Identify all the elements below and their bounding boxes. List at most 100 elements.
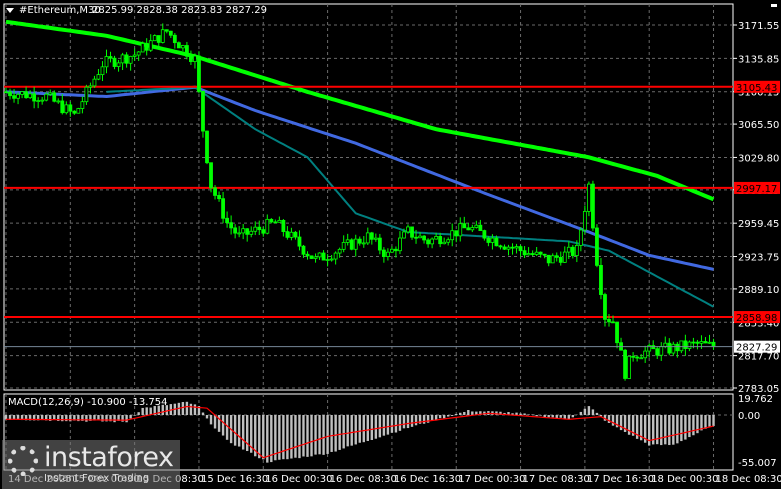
candle-body xyxy=(217,195,221,200)
candle-body xyxy=(470,227,475,231)
candle-body xyxy=(458,223,463,237)
candle-body xyxy=(100,66,105,76)
candle-body xyxy=(84,86,89,103)
candle-body xyxy=(554,255,559,258)
macd-tick-label: -55.007 xyxy=(738,458,777,469)
macd-histogram-bar xyxy=(113,415,116,423)
macd-histogram-bar xyxy=(342,415,345,449)
candle-body xyxy=(478,224,483,231)
macd-histogram-bar xyxy=(237,415,241,447)
ohlc-label: 2825.99 2828.38 2823.83 2827.29 xyxy=(92,5,267,16)
candle-body xyxy=(44,93,49,101)
candle-body xyxy=(168,30,173,36)
candle-body xyxy=(462,223,467,229)
macd-histogram-bar xyxy=(555,415,558,419)
macd-histogram-bar xyxy=(471,411,474,415)
candle-body xyxy=(357,238,362,244)
candle-body xyxy=(144,43,149,51)
candle-body xyxy=(434,236,439,240)
candle-body xyxy=(160,29,165,43)
candle-body xyxy=(16,94,20,99)
macd-histogram-bar xyxy=(314,415,317,455)
macd-histogram-bar xyxy=(708,415,711,427)
candle-body xyxy=(48,92,53,95)
price-tick-label: 2959.45 xyxy=(738,219,779,230)
candle-body xyxy=(60,100,65,114)
candle-body xyxy=(402,231,406,239)
ma-line-ma200 xyxy=(5,19,715,202)
time-tick-label: 17 Dec 08:30 xyxy=(523,474,590,485)
candle-body xyxy=(506,246,511,250)
macd-histogram-bar xyxy=(680,415,683,442)
candle-body xyxy=(514,246,519,249)
candle-body xyxy=(281,219,286,232)
macd-tick-label: 0.00 xyxy=(738,411,760,422)
macd-histogram-bar xyxy=(684,415,687,440)
candle-body xyxy=(353,238,358,250)
macd-histogram-bar xyxy=(221,415,225,436)
macd-histogram-bar xyxy=(402,415,406,429)
macd-histogram-bar xyxy=(189,403,193,415)
candle-body xyxy=(446,239,451,243)
candle-body xyxy=(522,250,527,256)
candle-body xyxy=(486,237,491,243)
macd-histogram-bar xyxy=(386,415,390,435)
macd-histogram-bar xyxy=(129,415,132,419)
candle-body xyxy=(176,42,181,49)
time-tick-label: 16 Dec 16:30 xyxy=(394,474,461,485)
candle-body xyxy=(301,245,306,255)
candle-body xyxy=(373,237,378,240)
macd-histogram-bar xyxy=(290,415,293,459)
candle-body xyxy=(426,239,431,245)
candle-body xyxy=(454,230,459,237)
macd-histogram-bar xyxy=(262,415,265,460)
macd-histogram-bar xyxy=(459,412,462,415)
candle-body xyxy=(430,238,435,245)
macd-histogram-bar xyxy=(563,415,566,419)
candle-body xyxy=(538,251,543,255)
macd-histogram-bar xyxy=(571,415,575,418)
candle-body xyxy=(321,252,326,261)
candle-body xyxy=(193,55,197,62)
macd-histogram-bar xyxy=(398,415,402,431)
macd-histogram-bar xyxy=(246,415,249,452)
macd-histogram-bar xyxy=(318,415,321,455)
candle-body xyxy=(365,232,370,244)
macd-histogram-bar xyxy=(656,415,659,445)
candle-body xyxy=(534,251,539,255)
candle-body xyxy=(703,341,708,344)
candle-body xyxy=(36,100,41,102)
macd-histogram-bar xyxy=(619,415,623,431)
candle-body xyxy=(671,343,676,354)
macd-histogram-bar xyxy=(193,404,197,415)
candle-body xyxy=(197,55,201,92)
candle-body xyxy=(410,226,414,238)
candle-body xyxy=(184,45,189,57)
candle-body xyxy=(623,349,627,379)
candle-body xyxy=(64,104,69,114)
macd-histogram-bar xyxy=(374,415,378,439)
candle-body xyxy=(108,56,113,59)
price-chart[interactable]: 3171.553135.853100.153065.503029.802995.… xyxy=(0,0,781,489)
macd-histogram-bar xyxy=(378,415,382,438)
macd-histogram-bar xyxy=(306,415,309,457)
candle-body xyxy=(116,62,121,67)
candle-body xyxy=(442,241,447,245)
macd-histogram-bar xyxy=(330,415,333,452)
macd-histogram-bar xyxy=(258,415,261,459)
candle-body xyxy=(253,226,258,232)
candle-body xyxy=(607,318,611,323)
candle-body xyxy=(603,294,607,320)
macd-histogram-bar xyxy=(611,415,615,426)
macd-histogram-bar xyxy=(394,415,398,433)
macd-histogram-bar xyxy=(591,409,595,415)
candle-body xyxy=(611,321,615,324)
macd-histogram-bar xyxy=(527,414,530,415)
macd-histogram-bar xyxy=(370,415,374,440)
macd-histogram-bar xyxy=(583,408,587,415)
macd-histogram-bar xyxy=(531,414,534,415)
candle-body xyxy=(309,255,314,259)
candle-body xyxy=(277,219,282,223)
candle-body xyxy=(414,236,418,239)
dropdown-triangle-icon xyxy=(6,8,14,13)
